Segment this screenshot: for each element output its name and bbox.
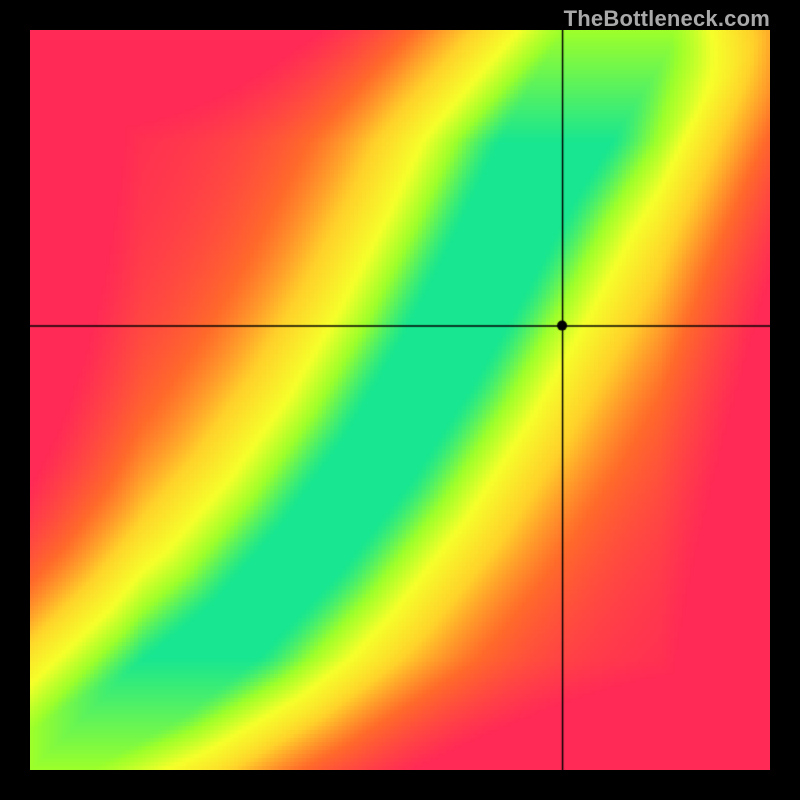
watermark-text: TheBottleneck.com: [564, 6, 770, 32]
bottleneck-heatmap: [30, 30, 770, 770]
